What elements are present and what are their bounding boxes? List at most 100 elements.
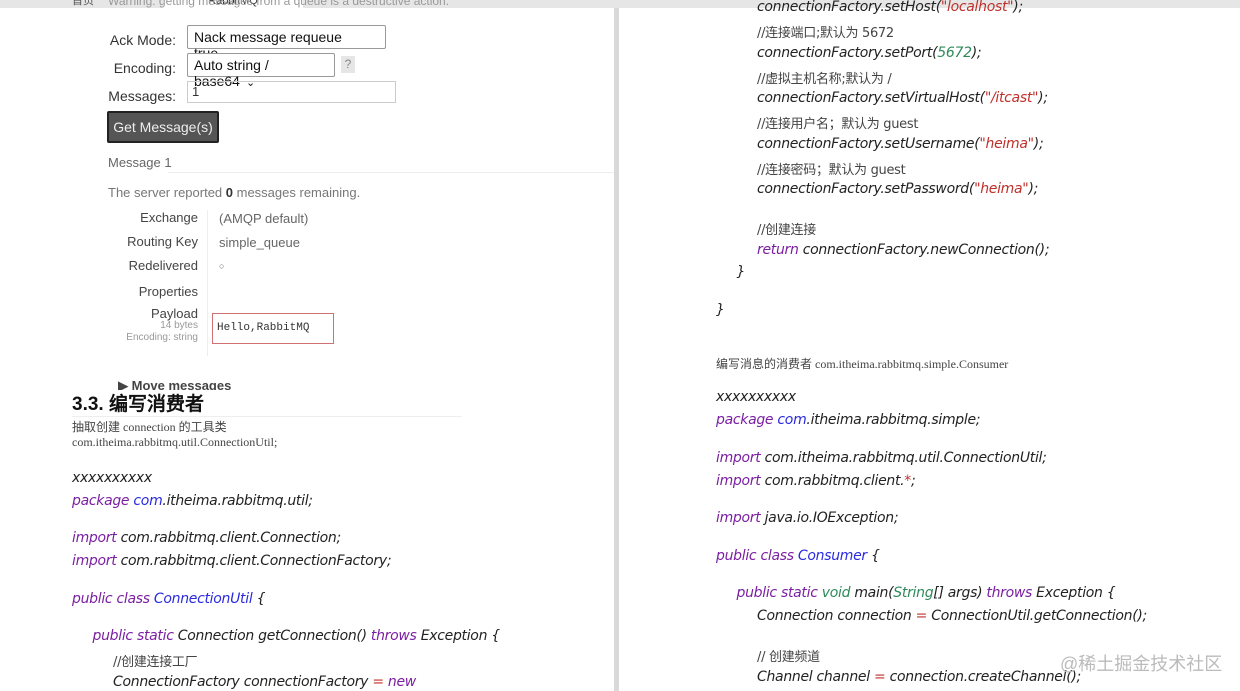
code-token: public static [92,628,178,644]
code-line: //连接端口;默认为 5672 [757,22,894,41]
code-token: public class [72,591,154,607]
code-token: = [873,669,890,685]
code-line: package com.itheima.rabbitmq.util; [72,493,313,509]
encoding-label: Encoding: [113,60,176,76]
code-token: ConnectionFactory connectionFactory [113,674,373,690]
payload-box: Hello,RabbitMQ [212,313,334,344]
payload-label: Payload [151,306,198,321]
code-token: connection.createChannel(); [889,669,1082,685]
code-token: ); [1038,90,1048,106]
code-line: package com.itheima.rabbitmq.simple; [716,412,980,428]
messages-label: Messages: [108,88,176,104]
redelivered-label: Redelivered [128,258,198,273]
divider [72,416,462,417]
code-line: import com.rabbitmq.client.*; [716,473,916,489]
ack-mode-select[interactable]: Nack message requeue true⌄ [187,25,386,61]
code-token: new [387,674,416,690]
code-line: ConnectionFactory connectionFactory = ne… [113,674,416,690]
code-token: ); [1028,181,1039,197]
code-line: public static Connection getConnection()… [92,628,501,644]
code-line: connectionFactory.setVirtualHost("/itcas… [757,90,1048,106]
code-line: Channel channel = connection.createChann… [757,669,1081,685]
code-token: public class [716,548,798,564]
code-token: import [716,510,765,526]
ack-mode-label: Ack Mode: [109,32,176,48]
code-token: * [904,473,911,489]
code-line: return connectionFactory.newConnection()… [757,242,1050,258]
code-token: ConnectionUtil.getConnection(); [931,608,1147,624]
code-token: Exception { [420,628,501,644]
code-token: "/itcast" [984,90,1039,106]
server-text: messages remaining. [233,185,361,200]
code-token: ); [971,45,982,61]
warning-text: Warning: getting messages from a queue i… [108,0,450,8]
code-line: xxxxxxxxxx [716,389,796,405]
code-token: package [716,412,778,428]
code-token: xxxxxxxxxx [72,470,152,486]
code-token: } [716,302,725,318]
code-line: public class ConnectionUtil { [72,591,265,607]
code-token: ); [1033,136,1044,152]
code-line: //连接用户名；默认为 guest [757,113,918,132]
encoding-select[interactable]: Auto string / base64 ⌄ [187,53,335,89]
code-token: //连接用户名；默认为 guest [757,117,919,132]
tab-home[interactable]: 首页 [72,0,94,8]
code-token: // 创建频道 [757,650,820,665]
code-line: public class Consumer { [716,548,880,564]
code-line: // 创建频道 [757,646,820,665]
divider [168,172,614,173]
code-token: import [716,473,765,489]
code-token: = [372,674,388,690]
code-token: "localhost" [940,0,1014,15]
code-line: connectionFactory.setPort(5672); [757,45,982,61]
code-line: public static void main(String[] args) t… [737,585,1116,601]
code-token: Connection connection [757,608,916,624]
code-token: "heima" [974,181,1029,197]
code-token: public static [736,585,822,601]
code-token: connectionFactory.setVirtualHost( [757,90,985,106]
paragraph: com.itheima.rabbitmq.util.ConnectionUtil… [72,435,278,449]
code-line: //连接密码；默认为 guest [757,159,906,178]
code-token: connectionFactory.setHost( [757,0,941,15]
code-line: xxxxxxxxxx [72,470,152,486]
code-token: "heima" [979,136,1034,152]
code-line: import java.io.IOException; [716,510,899,526]
code-line: import com.rabbitmq.client.Connection; [72,530,341,546]
server-status: The server reported 0 messages remaining… [108,185,360,200]
divider [207,210,208,356]
code-token: connectionFactory.setPort( [757,45,938,61]
code-token: com.rabbitmq.client.Connection; [120,530,342,546]
code-token: throws [986,585,1037,601]
page-divider [614,8,619,691]
message-header: Message 1 [108,155,172,170]
code-token: main( [854,585,894,601]
watermark: @稀土掘金技术社区 [1060,654,1223,674]
code-token: //连接端口;默认为 5672 [757,26,894,41]
code-token: Exception { [1036,585,1116,601]
code-line: import com.itheima.rabbitmq.util.Connect… [716,450,1047,466]
code-token: connectionFactory.setUsername( [757,136,980,152]
code-token: [] args) [933,585,987,601]
exchange-label: Exchange [140,210,198,225]
exchange-value: (AMQP default) [219,211,309,226]
code-token: com [133,493,163,509]
code-token: return [757,242,803,258]
routing-key-value: simple_queue [219,235,300,250]
code-token: ConnectionUtil [153,591,253,607]
code-token: ; [911,473,916,489]
code-token: String [893,585,934,601]
code-token: connectionFactory.setPassword( [757,181,975,197]
code-token: //连接密码；默认为 guest [757,163,906,178]
code-token: .itheima.rabbitmq.simple; [806,412,981,428]
code-token: com [777,412,807,428]
code-token: 5672 [937,45,972,61]
code-token: import [716,450,765,466]
code-token: connectionFactory.newConnection(); [802,242,1050,258]
code-line: connectionFactory.setPassword("heima"); [757,181,1038,197]
messages-input[interactable]: 1 [187,81,396,103]
code-token: java.io.IOException; [764,510,899,526]
get-messages-button[interactable]: Get Message(s) [107,111,219,143]
code-line: } [716,302,725,318]
help-button[interactable]: ? [341,56,355,73]
code-token: throws [370,628,421,644]
